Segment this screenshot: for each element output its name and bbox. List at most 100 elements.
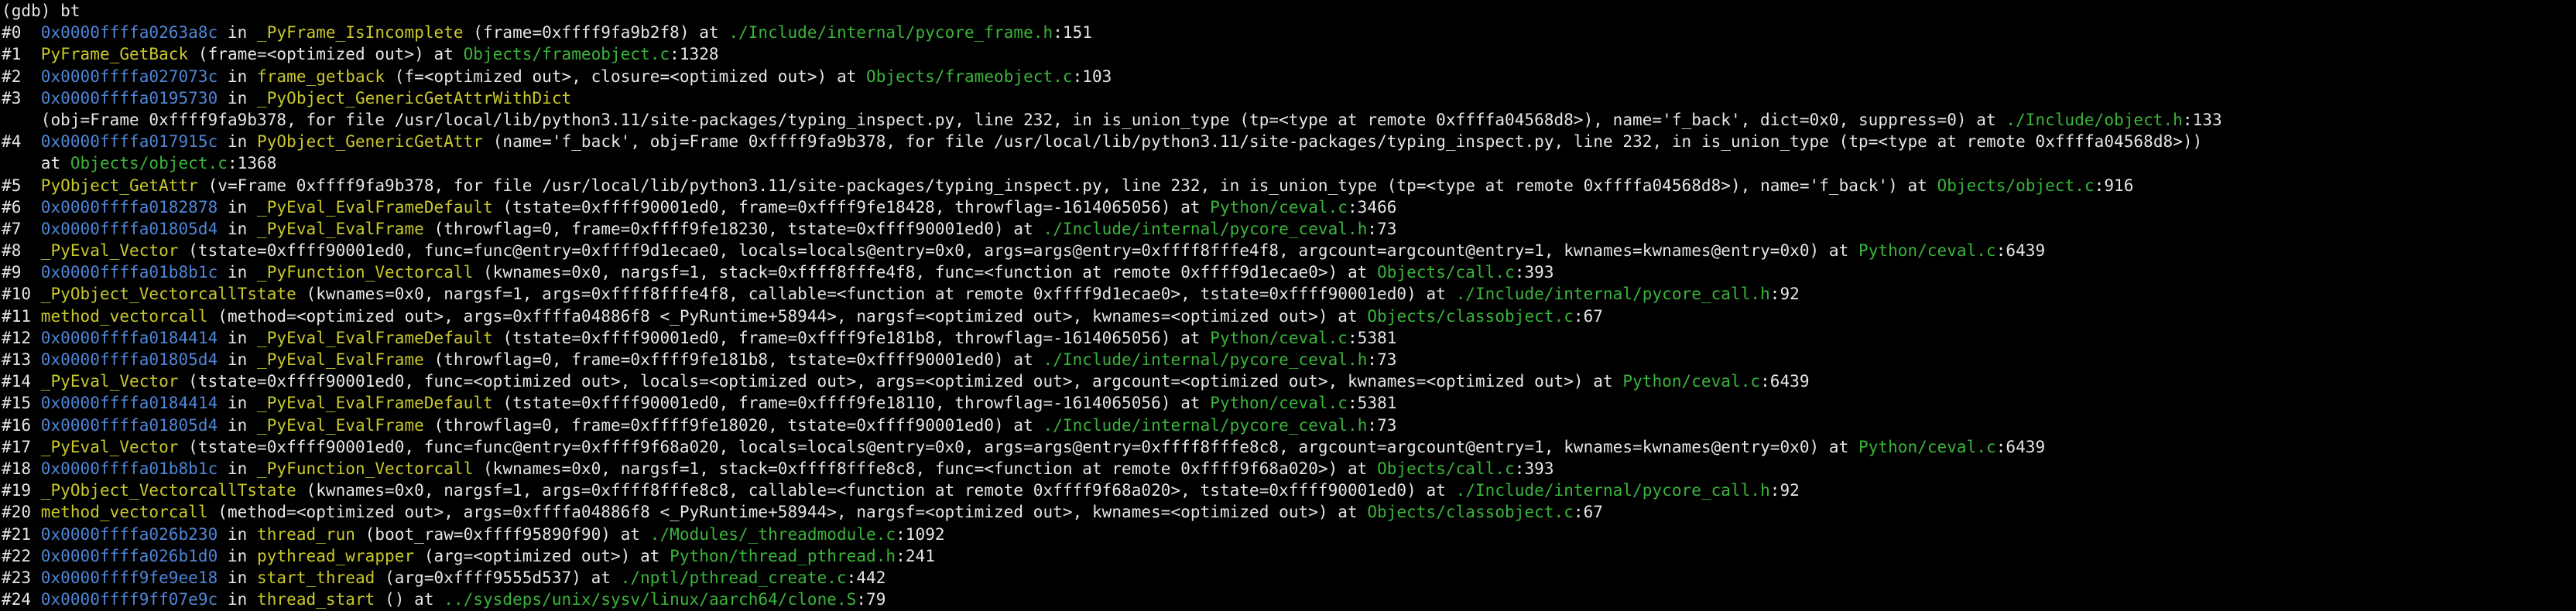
- text-segment: #5: [2, 176, 41, 195]
- source-file: ./Include/object.h: [2006, 110, 2183, 129]
- source-file: Python/thread_pthread.h: [670, 546, 896, 565]
- function-name: frame_getback: [257, 67, 385, 86]
- source-file: Objects/frameobject.c: [866, 67, 1073, 86]
- text-segment: (throwflag=0, frame=0xffff9fe18020, tsta…: [423, 415, 1043, 435]
- function-name: _PyEval_EvalFrameDefault: [257, 197, 493, 217]
- text-segment: (tstate=0xffff90001ed0, frame=0xffff9fe1…: [492, 328, 1211, 347]
- backtrace-line: (obj=Frame 0xffff9fa9b378, for file /usr…: [2, 109, 2576, 131]
- text-segment: (tstate=0xffff90001ed0, func=<optimized …: [178, 372, 1623, 391]
- text-segment: :241: [896, 546, 935, 565]
- text-segment: (kwnames=0x0, nargsf=1, stack=0xffff8fff…: [473, 459, 1378, 478]
- text-segment: (tstate=0xffff90001ed0, func=func@entry=…: [178, 241, 1858, 261]
- function-name: _PyEval_EvalFrame: [257, 219, 424, 238]
- text-segment: (tstate=0xffff90001ed0, func=func@entry=…: [178, 437, 1858, 456]
- source-file: Objects/classobject.c: [1367, 306, 1574, 326]
- source-file: ./Modules/_threadmodule.c: [649, 524, 896, 544]
- text-segment: :393: [1514, 459, 1554, 478]
- backtrace-line: #21 0x0000ffffa026b230 in thread_run (bo…: [2, 524, 2576, 545]
- source-file: Python/ceval.c: [1210, 328, 1348, 347]
- text-segment: #8: [2, 241, 41, 261]
- text-segment: :103: [1072, 67, 1112, 86]
- source-file: Objects/call.c: [1377, 459, 1515, 478]
- function-name: _PyEval_EvalFrameDefault: [257, 328, 493, 347]
- text-segment: :5381: [1347, 328, 1397, 347]
- gdb-command-line: (gdb) bt: [2, 0, 2576, 22]
- text-segment: :1328: [670, 45, 719, 64]
- backtrace-line: at Objects/object.c:1368: [2, 152, 2576, 174]
- text-segment: #9: [2, 263, 41, 282]
- text-segment: :442: [846, 568, 886, 587]
- terminal-output[interactable]: (gdb) bt #0 0x0000ffffa0263a8c in _PyFram…: [0, 0, 2576, 611]
- text-segment: :133: [2182, 110, 2222, 129]
- backtrace-line: #0 0x0000ffffa0263a8c in _PyFrame_IsInco…: [2, 22, 2576, 43]
- backtrace-line: #3 0x0000ffffa0195730 in _PyObject_Gener…: [2, 87, 2576, 109]
- backtrace-line: #18 0x0000ffffa01b8b1c in _PyFunction_Ve…: [2, 458, 2576, 480]
- address-segment: 0x0000ffffa01805d4: [40, 350, 218, 369]
- text-segment: :3466: [1347, 197, 1397, 217]
- text-segment: :92: [1769, 481, 1800, 500]
- source-file: Objects/call.c: [1377, 263, 1515, 282]
- text-segment: (method=<optimized out>, args=0xffffa048…: [207, 503, 1368, 522]
- text-segment: in: [218, 23, 258, 43]
- text-segment: #2: [2, 67, 41, 86]
- text-segment: :73: [1367, 415, 1397, 435]
- text-segment: (arg=<optimized out>) at: [414, 546, 670, 565]
- text-segment: :6439: [1760, 372, 1810, 391]
- text-segment: (kwnames=0x0, nargsf=1, args=0xffff8fffe…: [296, 285, 1456, 304]
- text-segment: #12: [2, 328, 41, 347]
- address-segment: 0x0000ffffa0263a8c: [40, 23, 218, 43]
- text-segment: :6439: [1995, 241, 2046, 261]
- source-file: ./Include/internal/pycore_ceval.h: [1043, 219, 1368, 238]
- function-name: _PyEval_EvalFrameDefault: [257, 394, 493, 413]
- backtrace-line: #20 method_vectorcall (method=<optimized…: [2, 501, 2576, 523]
- function-name: _PyObject_VectorcallTstate: [40, 481, 296, 500]
- text-segment: (kwnames=0x0, nargsf=1, stack=0xffff8fff…: [473, 263, 1378, 282]
- source-file: Python/ceval.c: [1210, 394, 1348, 413]
- text-segment: #24: [2, 590, 41, 609]
- source-file: ./Include/internal/pycore_call.h: [1455, 481, 1770, 500]
- backtrace-line: #2 0x0000ffffa027073c in frame_getback (…: [2, 66, 2576, 87]
- text-segment: #23: [2, 568, 41, 587]
- text-segment: in: [218, 197, 258, 217]
- text-segment: :1092: [896, 524, 945, 544]
- text-segment: :73: [1367, 350, 1397, 369]
- backtrace-line: #13 0x0000ffffa01805d4 in _PyEval_EvalFr…: [2, 349, 2576, 370]
- address-segment: 0x0000ffffa01b8b1c: [40, 263, 218, 282]
- text-segment: :79: [856, 590, 886, 609]
- text-segment: :5381: [1347, 394, 1397, 413]
- text-segment: in: [218, 568, 258, 587]
- function-name: _PyFunction_Vectorcall: [257, 459, 474, 478]
- function-name: method_vectorcall: [40, 503, 208, 522]
- text-segment: #21: [2, 524, 41, 544]
- address-segment: 0x0000ffffa0184414: [40, 328, 218, 347]
- text-segment: (tstate=0xffff90001ed0, frame=0xffff9fe1…: [492, 197, 1211, 217]
- text-segment: #17: [2, 437, 41, 456]
- text-segment: :67: [1573, 306, 1604, 326]
- text-segment: in: [218, 590, 258, 609]
- address-segment: 0x0000ffffa017915c: [40, 132, 218, 152]
- source-file: Objects/object.c: [70, 154, 228, 173]
- text-segment: in: [218, 263, 258, 282]
- address-segment: 0x0000ffffa0182878: [40, 197, 218, 217]
- address-segment: 0x0000ffffa0184414: [40, 394, 218, 413]
- text-segment: (gdb) bt: [2, 2, 80, 20]
- function-name: _PyEval_EvalFrame: [257, 415, 424, 435]
- function-name: _PyEval_Vector: [40, 241, 179, 261]
- backtrace-line: #22 0x0000ffffa026b1d0 in pythread_wrapp…: [2, 545, 2576, 567]
- text-segment: #22: [2, 546, 41, 565]
- text-segment: (kwnames=0x0, nargsf=1, args=0xffff8fffe…: [296, 481, 1456, 500]
- source-file: ./Include/internal/pycore_frame.h: [728, 23, 1053, 43]
- backtrace-line: #16 0x0000ffffa01805d4 in _PyEval_EvalFr…: [2, 415, 2576, 436]
- text-segment: #10: [2, 285, 41, 304]
- text-segment: in: [218, 459, 258, 478]
- backtrace-line: #10 _PyObject_VectorcallTstate (kwnames=…: [2, 283, 2576, 305]
- text-segment: (tstate=0xffff90001ed0, frame=0xffff9fe1…: [492, 394, 1211, 413]
- text-segment: #4: [2, 132, 41, 152]
- text-segment: #15: [2, 394, 41, 413]
- text-segment: (throwflag=0, frame=0xffff9fe18230, tsta…: [423, 219, 1043, 238]
- text-segment: (frame=<optimized out>) at: [188, 45, 464, 64]
- text-segment: :1368: [227, 154, 277, 173]
- text-segment: (boot_raw=0xffff95890f90) at: [355, 524, 650, 544]
- text-segment: #3: [2, 88, 41, 108]
- source-file: Objects/frameobject.c: [463, 45, 670, 64]
